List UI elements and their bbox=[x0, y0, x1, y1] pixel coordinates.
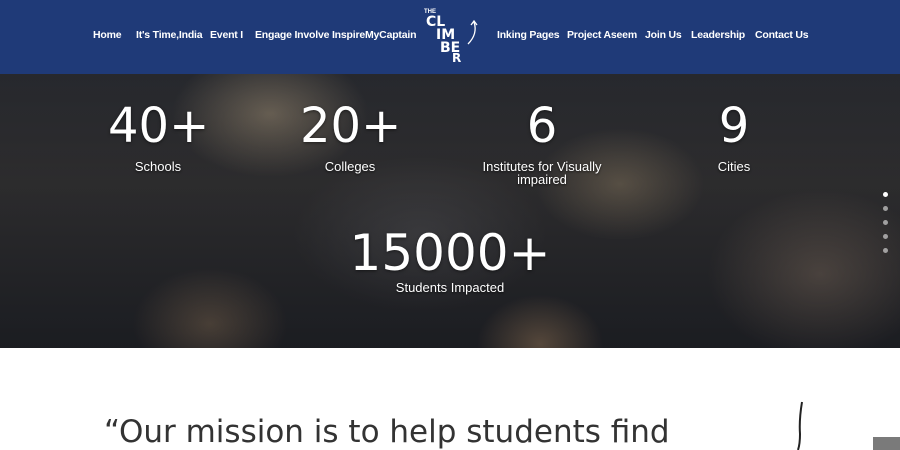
stat-institutes-label-line2: impaired bbox=[517, 172, 567, 187]
the-climber-logo[interactable]: THE CL IM BE R bbox=[420, 4, 482, 65]
climber-logo-icon: THE CL IM BE R bbox=[424, 9, 478, 65]
stat-schools-number: 40+ bbox=[108, 98, 210, 154]
stat-cities-number: 9 bbox=[718, 98, 750, 154]
stat-students-label: Students Impacted bbox=[395, 280, 505, 295]
stat-students-number: 15000+ bbox=[349, 224, 551, 282]
nav-leadership[interactable]: Leadership bbox=[691, 29, 745, 41]
nav-project-aseem[interactable]: Project Aseem bbox=[567, 29, 637, 41]
slider-dot-2[interactable] bbox=[883, 206, 888, 211]
stat-cities-label: Cities bbox=[717, 159, 751, 174]
stat-institutes-label: Institutes for Visually impaired bbox=[462, 160, 622, 186]
nav-event-i[interactable]: Event I bbox=[210, 29, 243, 41]
nav-home[interactable]: Home bbox=[93, 29, 122, 41]
svg-text:R: R bbox=[452, 51, 461, 64]
handdrawn-line-decoration bbox=[797, 401, 803, 450]
main-nav: Home It's Time,India Event I Engage Invo… bbox=[0, 0, 900, 74]
slider-pagination bbox=[883, 192, 891, 262]
mission-quote: “Our mission is to help students find bbox=[104, 414, 670, 450]
nav-inking-pages[interactable]: Inking Pages bbox=[497, 29, 560, 41]
nav-its-time-india[interactable]: It's Time,India bbox=[136, 29, 203, 41]
slider-dot-4[interactable] bbox=[883, 234, 888, 239]
stat-colleges-label: Colleges bbox=[324, 159, 376, 174]
stat-colleges-number: 20+ bbox=[300, 98, 402, 154]
nav-contact-us[interactable]: Contact Us bbox=[755, 29, 809, 41]
site-header: Home It's Time,India Event I Engage Invo… bbox=[0, 0, 900, 74]
slider-dot-3[interactable] bbox=[883, 220, 888, 225]
nav-join-us[interactable]: Join Us bbox=[645, 29, 682, 41]
stat-institutes-number: 6 bbox=[526, 98, 558, 154]
slider-dot-1[interactable] bbox=[883, 192, 888, 197]
nav-mycaptain[interactable]: MyCaptain bbox=[365, 29, 416, 41]
nav-engage-involve-inspire[interactable]: Engage Involve Inspire bbox=[255, 29, 365, 41]
scroll-to-top-button[interactable] bbox=[873, 437, 900, 450]
hero-banner: 40+ Schools 20+ Colleges 6 Institutes fo… bbox=[0, 74, 900, 348]
stat-schools-label: Schools bbox=[134, 159, 182, 174]
slider-dot-5[interactable] bbox=[883, 248, 888, 253]
